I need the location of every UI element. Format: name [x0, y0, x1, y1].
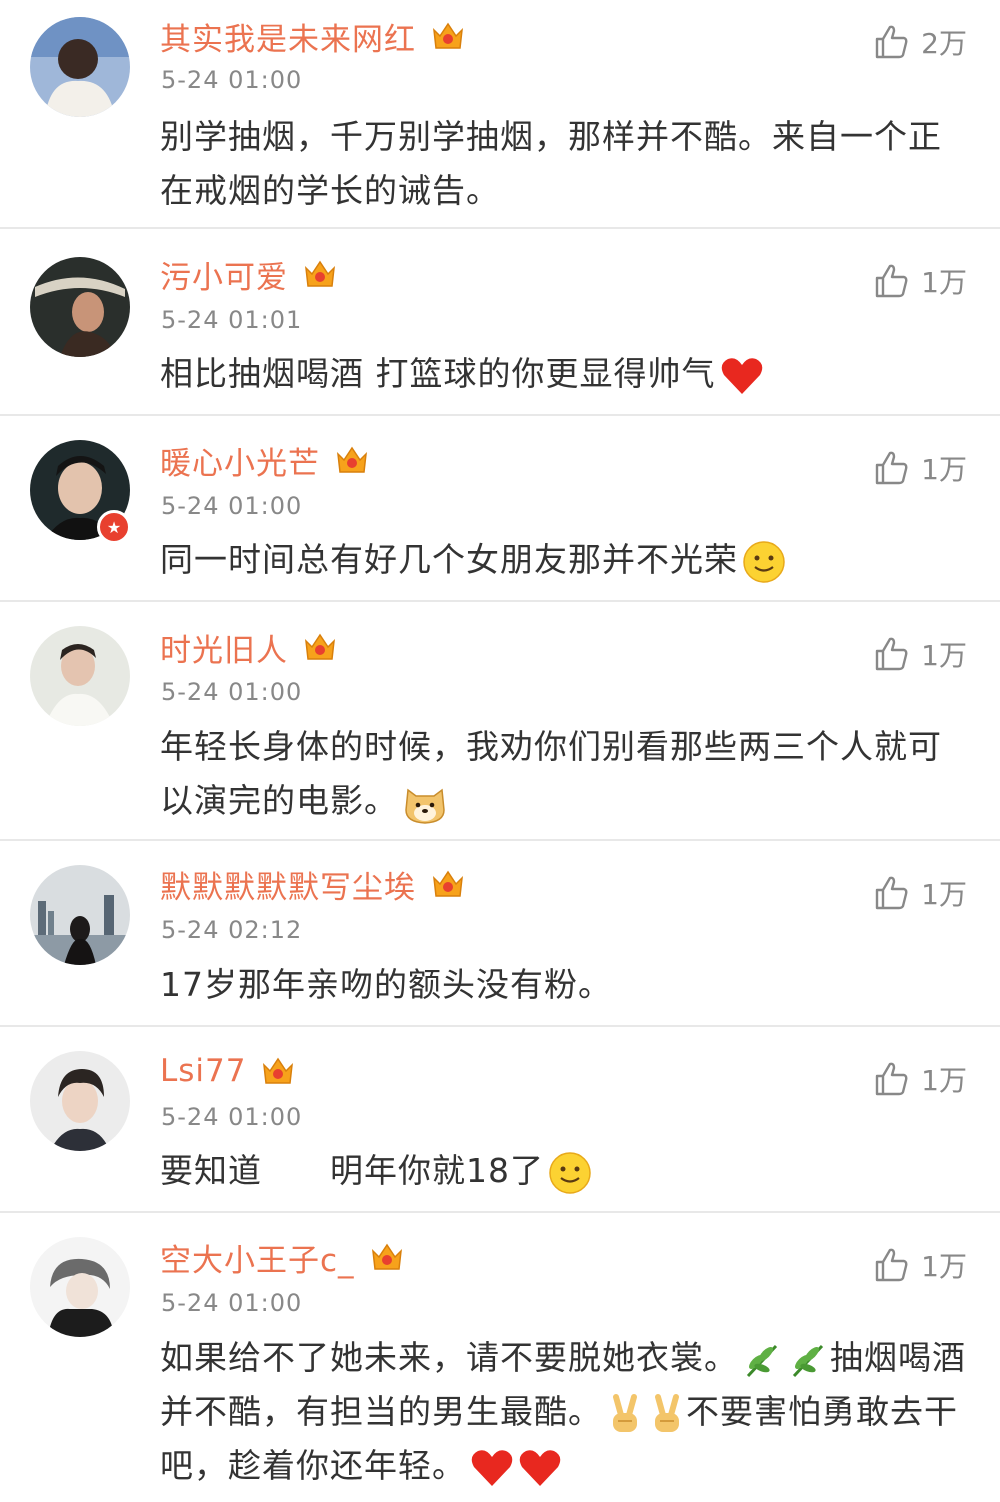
doge-emoji	[405, 788, 445, 824]
comment-text: 别学抽烟，千万别学抽烟，那样并不酷。来自一个正在戒烟的学长的诫告。	[160, 117, 942, 210]
like-count: 1万	[921, 1250, 967, 1283]
comment-text: 同一时间总有好几个女朋友那并不光荣	[160, 533, 970, 587]
vip-crown-icon	[371, 1243, 402, 1270]
timestamp: 5-24 01:00	[161, 66, 303, 94]
timestamp: 5-24 01:01	[161, 306, 303, 334]
comment-text-body: 年轻长身体的时候，我劝你们别看那些两三个人就可以演完的电影。	[160, 727, 942, 820]
thumbs-up-icon	[875, 1062, 908, 1096]
avatar[interactable]	[30, 17, 130, 117]
comment-item: 默默默默默写尘埃 1万 5-24 02:12 17岁那年亲吻的额头没有粉。	[0, 841, 1000, 1027]
like-button[interactable]: 1万	[871, 871, 967, 915]
comment-text: 要知道 明年你就18了	[160, 1144, 970, 1198]
timestamp: 5-24 01:00	[161, 1289, 303, 1317]
like-count: 1万	[921, 266, 967, 299]
vip-crown-icon	[433, 22, 463, 49]
comment-text: 如果给不了她未来，请不要脱她衣裳。 抽烟喝酒并不酷，有担当的男生最酷。 不要害怕勇敢…	[160, 1331, 970, 1493]
comment-item: 空大小王子c_ 1万 5-24 01:00 如果给不了她未来，请不要脱她衣裳。抽…	[0, 1213, 1000, 1502]
smile-emoji	[743, 540, 785, 583]
username[interactable]: 时光旧人	[160, 625, 288, 670]
thumbs-up-icon	[875, 264, 908, 298]
comment-text-part: 如果给不了她未来，请不要脱她衣裳。	[160, 1338, 738, 1377]
plant-emoji	[792, 1344, 824, 1377]
plant-emoji	[746, 1344, 778, 1377]
vip-crown-icon	[305, 260, 335, 287]
victory-hand-emoji	[613, 1393, 637, 1432]
heart-emoji	[721, 357, 762, 394]
like-button[interactable]: 1万	[871, 1243, 967, 1287]
vip-crown-icon	[305, 633, 335, 660]
like-count: 1万	[921, 639, 967, 672]
victory-hand-emoji	[655, 1393, 679, 1432]
avatar[interactable]	[30, 865, 130, 965]
avatar[interactable]	[30, 1051, 130, 1151]
username[interactable]: 污小可爱	[160, 252, 288, 297]
like-count: 1万	[921, 453, 967, 486]
smile-emoji	[549, 1151, 591, 1194]
thumbs-up-icon	[875, 637, 908, 671]
thumbs-up-icon	[875, 876, 908, 910]
heart-emoji	[471, 1449, 513, 1486]
avatar[interactable]	[30, 626, 130, 726]
vip-crown-icon	[433, 870, 463, 897]
like-button[interactable]: 1万	[871, 446, 967, 490]
username[interactable]: Lsi77	[160, 1053, 246, 1089]
username[interactable]: 其实我是未来网红	[160, 14, 416, 59]
timestamp: 5-24 01:00	[161, 492, 303, 520]
like-button[interactable]: 1万	[871, 1057, 967, 1101]
vip-crown-icon	[263, 1057, 294, 1084]
like-button[interactable]: 1万	[871, 259, 967, 303]
vip-crown-icon	[337, 446, 367, 473]
like-count: 2万	[921, 27, 967, 60]
timestamp: 5-24 01:00	[161, 1103, 303, 1131]
comment-text: 年轻长身体的时候，我劝你们别看那些两三个人就可以演完的电影。	[160, 720, 970, 828]
like-count: 1万	[921, 878, 967, 911]
username[interactable]: 默默默默默写尘埃	[160, 862, 416, 907]
heart-emoji	[519, 1449, 561, 1486]
comment-text-body: 同一时间总有好几个女朋友那并不光荣	[160, 540, 738, 579]
like-count: 1万	[921, 1064, 967, 1097]
like-button[interactable]: 1万	[871, 632, 967, 676]
thumbs-up-icon	[875, 25, 908, 59]
comment-item: 时光旧人 1万 5-24 01:00 年轻长身体的时候，我劝你们别看那些两三个人…	[0, 602, 1000, 841]
thumbs-up-icon	[875, 451, 908, 485]
comment-item: ★ 暖心小光芒 1万 5-24 01:00 同一时间总有好几个女朋友那并不光荣	[0, 416, 1000, 602]
comment-text-body: 相比抽烟喝酒 打篮球的你更显得帅气	[160, 354, 716, 393]
avatar[interactable]	[30, 257, 130, 357]
comment-item: 污小可爱 1万 5-24 01:01 相比抽烟喝酒 打篮球的你更显得帅气	[0, 229, 1000, 416]
timestamp: 5-24 01:00	[161, 678, 303, 706]
username[interactable]: 暖心小光芒	[160, 438, 320, 483]
comment-text: 17岁那年亲吻的额头没有粉。	[160, 965, 612, 1004]
comment-item: Lsi77 1万 5-24 01:00 要知道 明年你就18了	[0, 1027, 1000, 1213]
avatar[interactable]	[30, 1237, 130, 1337]
username[interactable]: 空大小王子c_	[160, 1235, 355, 1280]
comment-text-body: 要知道 明年你就18了	[160, 1151, 544, 1190]
timestamp: 5-24 02:12	[161, 916, 303, 944]
comment-text: 相比抽烟喝酒 打篮球的你更显得帅气	[160, 347, 970, 401]
like-button[interactable]: 2万	[871, 20, 967, 64]
comment-item: 其实我是未来网红 2万 5-24 01:00 别学抽烟，千万别学抽烟，那样并不酷…	[0, 0, 1000, 229]
thumbs-up-icon	[875, 1248, 908, 1282]
verified-badge-icon: ★	[97, 510, 131, 544]
